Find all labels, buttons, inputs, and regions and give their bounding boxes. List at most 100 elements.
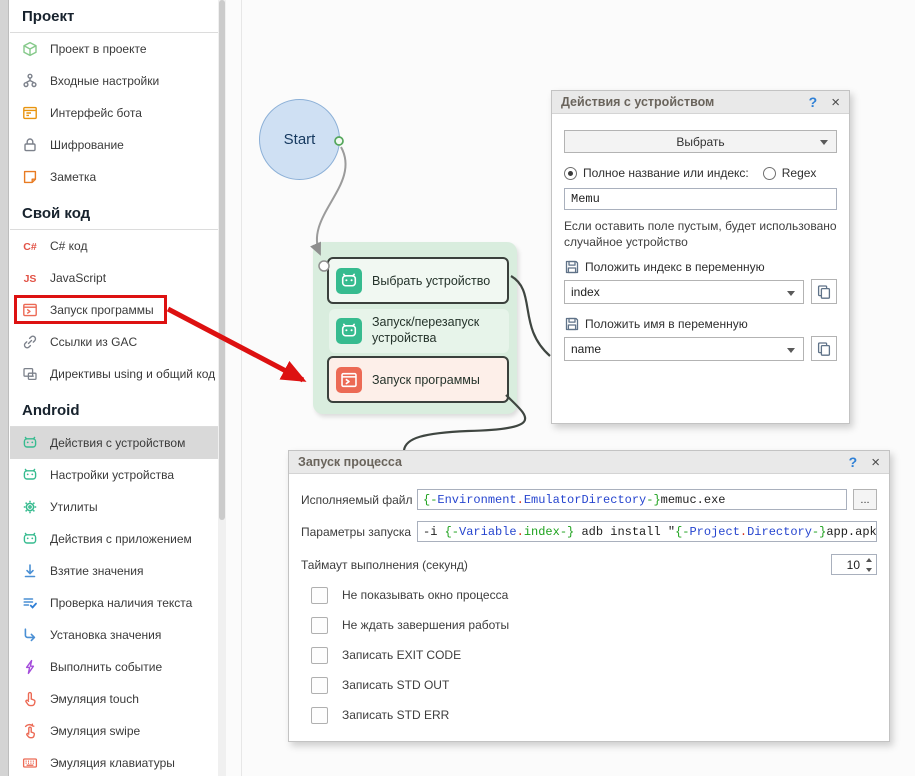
sidebar-item-label: Эмуляция swipe — [50, 724, 141, 738]
copy-variable-button[interactable] — [811, 279, 837, 305]
sidebar-item-label: Утилиты — [50, 500, 98, 514]
sidebar-item[interactable]: Взятие значения — [10, 555, 218, 587]
timeout-label: Таймаут выполнения (секунд) — [301, 557, 468, 572]
start-node[interactable]: Start — [259, 99, 340, 180]
save-variable-icon — [564, 259, 580, 275]
copy-icon — [816, 341, 832, 357]
index-variable-select[interactable]: index — [564, 279, 804, 304]
save-variable-icon — [564, 316, 580, 332]
sidebar-item-label: Заметка — [50, 170, 97, 184]
sidebar-item[interactable]: Запуск программы — [10, 294, 218, 326]
sidebar-item[interactable]: Проверка наличия текста — [10, 587, 218, 619]
sidebar-item[interactable]: C# C# код — [10, 230, 218, 262]
sidebar-item[interactable]: Действия с устройством — [10, 427, 218, 459]
sidebar-item[interactable]: Заметка — [10, 161, 218, 193]
window-edge — [0, 0, 9, 776]
option-row: Записать STD ERR — [311, 705, 877, 725]
android-icon — [336, 267, 362, 294]
flow-block-select-device[interactable]: Выбрать устройство — [327, 257, 509, 304]
dialog-titlebar[interactable]: Запуск процесса ? × — [289, 451, 889, 474]
sidebar-item[interactable]: Установка значения — [10, 619, 218, 651]
dialog-title: Действия с устройством — [561, 95, 715, 109]
close-icon[interactable]: × — [871, 455, 880, 470]
set-value-icon — [22, 627, 38, 643]
sidebar-item[interactable]: Настройки устройства — [10, 459, 218, 491]
help-icon[interactable]: ? — [809, 94, 818, 110]
js-icon: JS — [22, 270, 38, 286]
event-icon — [22, 659, 38, 675]
csharp-icon: C# — [22, 238, 38, 254]
bot-ui-icon — [22, 105, 38, 121]
sidebar-item[interactable]: Выполнить событие — [10, 651, 218, 683]
copy-variable-button[interactable] — [811, 336, 837, 362]
select-device-dropdown[interactable]: Выбрать — [564, 130, 837, 153]
sidebar-item-label: Проект в проекте — [50, 42, 147, 56]
chevron-down-icon — [787, 347, 795, 353]
sidebar-item[interactable]: Ссылки из GAC — [10, 326, 218, 358]
number-spinner[interactable] — [863, 556, 874, 574]
sidebar-item-label: Выполнить событие — [50, 660, 163, 674]
radio-full-name-label: Полное название или индекс: — [583, 166, 749, 180]
help-icon[interactable]: ? — [849, 454, 858, 470]
palette-sidebar: Проект Проект в проекте Входные настройки И… — [0, 0, 226, 776]
sidebar-scrollbar[interactable] — [218, 0, 226, 776]
sidebar-item-label: Шифрование — [50, 138, 124, 152]
sidebar-item-label: Проверка наличия текста — [50, 596, 193, 610]
sidebar-item[interactable]: Входные настройки — [10, 65, 218, 97]
sidebar-item[interactable]: Действия с приложением — [10, 523, 218, 555]
sidebar-item[interactable]: Проект в проекте — [10, 33, 218, 65]
executable-path-input[interactable]: {- Environment. EmulatorDirectory -} memuc.e… — [417, 489, 847, 510]
device-actions-dialog: Действия с устройством ? × Выбрать Полно… — [551, 90, 850, 424]
check-text-icon — [22, 595, 38, 611]
sidebar-item[interactable]: Эмуляция клавиатуры — [10, 747, 218, 776]
sidebar-item[interactable]: Утилиты — [10, 491, 218, 523]
scrollbar-thumb[interactable] — [219, 0, 225, 520]
sidebar-item-label: Настройки устройства — [50, 468, 174, 482]
sidebar-item-label: Действия с устройством — [50, 436, 186, 450]
checkbox[interactable] — [311, 676, 328, 694]
timeout-input[interactable]: 10 — [831, 554, 877, 575]
flow-block-restart-device[interactable]: Запуск/перезапуск устройства — [329, 309, 509, 353]
checkbox[interactable] — [311, 646, 328, 664]
close-icon[interactable]: × — [831, 95, 840, 110]
browse-file-button[interactable]: ... — [853, 489, 877, 510]
sidebar-item[interactable]: Эмуляция swipe — [10, 715, 218, 747]
dialog-title: Запуск процесса — [298, 455, 402, 469]
checkbox[interactable] — [311, 706, 328, 724]
tree-icon — [22, 73, 38, 89]
checkbox[interactable] — [311, 616, 328, 634]
sidebar-item[interactable]: JS JavaScript — [10, 262, 218, 294]
checkbox[interactable] — [311, 586, 328, 604]
flow-block-label: Запуск программы — [372, 372, 480, 387]
sidebar-item-label: Эмуляция touch — [50, 692, 139, 706]
using-icon — [22, 366, 38, 382]
copy-icon — [816, 284, 832, 300]
radio-regex[interactable] — [762, 166, 776, 180]
select-device-dropdown-label: Выбрать — [676, 134, 725, 149]
chevron-down-icon — [787, 290, 795, 296]
arguments-label: Параметры запуска — [301, 524, 412, 539]
sidebar-item[interactable]: Интерфейс бота — [10, 97, 218, 129]
flow-block-label: Запуск/перезапуск устройства — [372, 315, 480, 345]
store-index-label: Положить индекс в переменную — [585, 260, 765, 275]
android-icon — [22, 531, 38, 547]
sidebar-item[interactable]: Эмуляция touch — [10, 683, 218, 715]
cube-icon — [22, 41, 38, 57]
arguments-input[interactable]: -i {- Variable. index -} adb install " {- Pro… — [417, 521, 877, 542]
device-name-input[interactable]: Memu — [564, 188, 837, 210]
svg-text:C#: C# — [23, 241, 37, 253]
name-variable-select[interactable]: name — [564, 336, 804, 361]
note-icon — [22, 169, 38, 185]
option-row: Не ждать завершения работы — [311, 615, 877, 635]
checkbox-label: Записать STD OUT — [342, 678, 450, 692]
radio-full-name[interactable] — [564, 166, 577, 180]
sidebar-item[interactable]: Шифрование — [10, 129, 218, 161]
dialog-titlebar[interactable]: Действия с устройством ? × — [552, 91, 849, 114]
sidebar-item[interactable]: Директивы using и общий код — [10, 358, 218, 390]
radio-regex-label: Regex — [781, 166, 817, 180]
gear-icon — [22, 499, 38, 515]
flow-block-run-program[interactable]: Запуск программы — [327, 356, 509, 403]
sidebar-section-title: Android — [22, 402, 80, 419]
sidebar-item-label: Входные настройки — [50, 74, 160, 88]
sidebar-item-label: Интерфейс бота — [50, 106, 142, 120]
